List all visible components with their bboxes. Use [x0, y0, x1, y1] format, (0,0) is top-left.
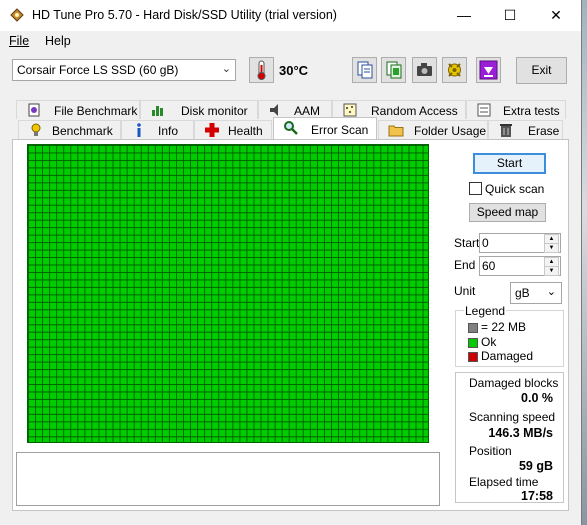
speed-map-button[interactable]: Speed map	[469, 203, 546, 222]
drive-select[interactable]: Corsair Force LS SSD (60 gB) ⌄	[12, 59, 236, 81]
unit-value: gB	[515, 286, 530, 300]
position-label: Position	[469, 444, 512, 458]
magnifier-icon	[284, 121, 298, 135]
copy-text-icon	[357, 61, 373, 79]
elapsed-time-value: 17:58	[521, 489, 553, 503]
start-scan-button[interactable]: Start	[473, 153, 546, 174]
tab-error-scan[interactable]: Error Scan	[273, 117, 377, 139]
app-window: HD Tune Pro 5.70 - Hard Disk/SSD Utility…	[0, 0, 582, 525]
menu-bar: File Help	[0, 31, 581, 51]
legend-swatch-block	[468, 322, 478, 333]
chevron-down-icon: ⌄	[221, 63, 231, 75]
legend-swatch-damaged	[468, 351, 478, 362]
options-button[interactable]	[442, 57, 467, 83]
legend-row-ok: Ok	[468, 335, 496, 349]
tab-label: Error Scan	[311, 123, 369, 137]
drive-select-value: Corsair Force LS SSD (60 gB)	[17, 63, 179, 77]
position-value: 59 gB	[518, 459, 553, 473]
menu-help[interactable]: Help	[45, 34, 71, 48]
tab-label: Folder Usage	[414, 124, 487, 138]
tab-label: Health	[228, 124, 263, 138]
save-down-icon	[479, 60, 498, 80]
file-benchmark-icon	[28, 103, 40, 117]
close-button[interactable]: ✕	[533, 0, 579, 31]
tab-label: Erase	[528, 124, 560, 138]
random-access-icon	[343, 103, 357, 117]
window-title: HD Tune Pro 5.70 - Hard Disk/SSD Utility…	[32, 8, 337, 22]
tab-erase[interactable]: Erase	[488, 120, 563, 139]
unit-select[interactable]: gB ⌄	[510, 282, 562, 304]
scanning-speed-value: 146.3 MB/s	[488, 426, 553, 440]
legend-row-block: = 22 MB	[468, 320, 526, 334]
tab-health[interactable]: Health	[194, 120, 272, 139]
exit-button[interactable]: Exit	[516, 57, 567, 84]
app-icon	[10, 8, 24, 22]
legend-swatch-ok	[468, 337, 478, 348]
options-icon	[448, 63, 461, 77]
info-icon	[137, 123, 141, 137]
scan-log-box	[16, 452, 440, 506]
temperature-value: 30°C	[279, 63, 309, 78]
quick-scan-checkbox[interactable]	[469, 182, 482, 195]
end-spinbox[interactable]: 60 ▲ ▼	[479, 256, 561, 276]
tab-label: File Benchmark	[54, 104, 138, 118]
quick-scan-label: Quick scan	[485, 182, 545, 196]
tab-label: Extra tests	[503, 104, 560, 118]
damaged-blocks-label: Damaged blocks	[469, 376, 559, 390]
scan-stats: Damaged blocks 0.0 % Scanning speed 146.…	[455, 372, 564, 503]
copy-text-button[interactable]	[352, 57, 377, 83]
camera-icon	[417, 63, 432, 76]
bulb-icon	[31, 123, 41, 136]
end-field-label: End	[454, 258, 476, 272]
tab-extra-tests[interactable]: Extra tests	[466, 100, 566, 119]
tab-label: Benchmark	[52, 124, 113, 138]
folder-icon	[388, 125, 404, 137]
tab-benchmark[interactable]: Benchmark	[18, 120, 121, 139]
chevron-down-icon: ⌄	[546, 286, 556, 298]
tab-label: Info	[158, 124, 179, 138]
legend-title: Legend	[464, 304, 507, 318]
start-value: 0	[482, 236, 489, 250]
spin-down-icon[interactable]: ▼	[544, 266, 559, 276]
legend-damaged-text: Damaged	[481, 349, 534, 363]
end-value: 60	[482, 259, 496, 273]
copy-screen-icon	[386, 61, 402, 79]
unit-label: Unit	[454, 284, 476, 298]
tab-label: Random Access	[371, 104, 458, 118]
legend-ok-text: Ok	[481, 335, 497, 349]
tab-disk-monitor[interactable]: Disk monitor	[140, 100, 258, 119]
menu-file[interactable]: File	[9, 34, 29, 48]
scanning-speed-label: Scanning speed	[469, 410, 556, 424]
tab-info[interactable]: Info	[121, 120, 194, 139]
extra-tests-icon	[477, 103, 491, 117]
tab-file-benchmark[interactable]: File Benchmark	[16, 100, 140, 119]
block-map	[27, 144, 429, 443]
temperature-button[interactable]	[249, 57, 274, 83]
legend-row-damaged: Damaged	[468, 349, 533, 363]
disk-monitor-icon	[152, 106, 163, 116]
title-bar: HD Tune Pro 5.70 - Hard Disk/SSD Utility…	[0, 0, 581, 31]
health-cross-icon	[205, 123, 219, 137]
minimize-button[interactable]: —	[441, 0, 487, 31]
copy-screen-button[interactable]	[381, 57, 406, 83]
thermometer-icon	[257, 60, 266, 80]
elapsed-time-label: Elapsed time	[469, 475, 539, 489]
damaged-blocks-value: 0.0 %	[521, 391, 553, 405]
save-button[interactable]	[476, 57, 501, 83]
speaker-icon	[270, 104, 278, 116]
trash-icon	[500, 124, 512, 137]
maximize-button[interactable]: ☐	[487, 0, 533, 31]
screenshot-button[interactable]	[412, 57, 437, 83]
tab-folder-usage[interactable]: Folder Usage	[378, 120, 488, 139]
legend-box: Legend = 22 MB Ok Damaged	[455, 304, 564, 367]
start-field-label: Start	[454, 236, 480, 250]
spin-down-icon[interactable]: ▼	[544, 243, 559, 253]
tab-label: AAM	[294, 104, 321, 118]
start-spinbox[interactable]: 0 ▲ ▼	[479, 233, 561, 253]
legend-block-text: = 22 MB	[481, 320, 527, 334]
tab-label: Disk monitor	[181, 104, 248, 118]
